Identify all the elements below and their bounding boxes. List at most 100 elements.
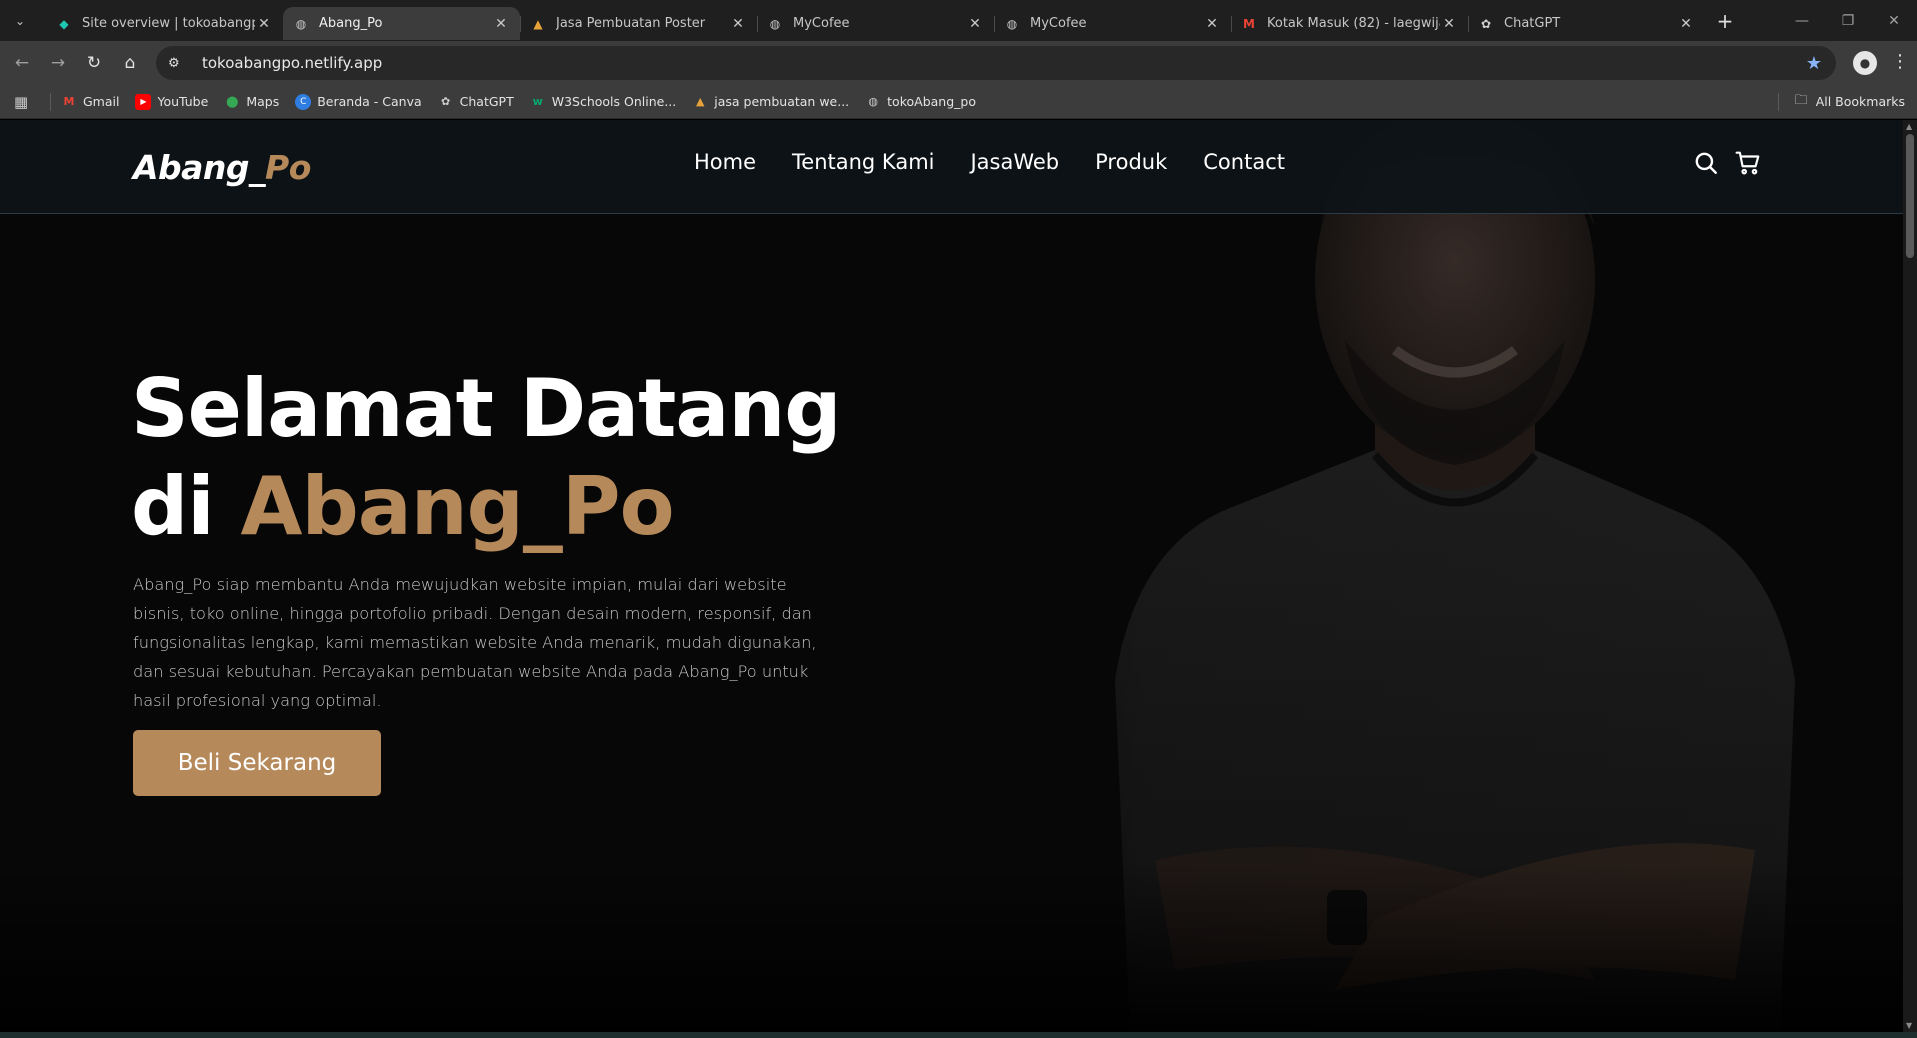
tab-gmail[interactable]: M Kotak Masuk (82) - laegwijangg ✕ (1231, 7, 1468, 40)
scroll-down-icon[interactable]: ▼ (1906, 1021, 1912, 1030)
nav-produk[interactable]: Produk (1095, 150, 1167, 174)
bookmark-label: ChatGPT (459, 94, 514, 109)
site-header: Abang_Po Home Tentang Kami JasaWeb Produ… (0, 120, 1903, 214)
close-icon[interactable]: ✕ (492, 16, 510, 32)
bookmarks-divider (1777, 92, 1779, 111)
tab-mycofee-1[interactable]: ◍ MyCofee ✕ (757, 7, 994, 40)
restore-icon[interactable]: ❐ (1825, 0, 1871, 41)
globe-icon: ◍ (1006, 16, 1018, 31)
site-icon: ▲ (533, 16, 543, 31)
search-icon[interactable] (1693, 150, 1719, 176)
logo-main: Abang_ (133, 148, 266, 187)
globe-icon: ◍ (769, 16, 781, 31)
tab-title: MyCofee (1030, 16, 1087, 31)
tab-chatgpt[interactable]: ✿ ChatGPT ✕ (1468, 7, 1705, 40)
nav-tentang-kami[interactable]: Tentang Kami (792, 150, 934, 174)
url-text[interactable]: tokoabangpo.netlify.app (202, 54, 382, 72)
profile-avatar-icon[interactable]: ● (1853, 51, 1877, 75)
home-icon[interactable]: ⌂ (112, 45, 148, 81)
gmail-icon: M (1243, 16, 1255, 31)
bookmark-tokoabang[interactable]: ◍ tokoAbang_po (865, 94, 976, 110)
hero-title-accent: Abang_Po (240, 460, 675, 553)
tab-title: Jasa Pembuatan Poster (556, 16, 706, 31)
close-icon[interactable]: ✕ (1677, 16, 1695, 32)
chatgpt-icon: ✿ (441, 95, 451, 108)
gmail-icon: M (63, 95, 75, 108)
site-logo[interactable]: Abang_Po (133, 148, 311, 187)
back-icon[interactable]: ← (4, 45, 40, 81)
tab-jasa-poster[interactable]: ▲ Jasa Pembuatan Poster ✕ (520, 7, 757, 40)
window-controls: — ❐ ✕ (1779, 0, 1917, 41)
tab-list: ◆ Site overview | tokoabangpo | N ✕ ◍ Ab… (46, 1, 1705, 40)
canva-icon: C (295, 93, 312, 110)
netlify-icon: ◆ (59, 16, 69, 31)
globe-icon: ◍ (868, 95, 878, 108)
bookmark-label: Maps (246, 94, 280, 109)
hero-bottom-fade (0, 862, 1903, 1032)
forward-icon[interactable]: → (40, 45, 76, 81)
close-icon[interactable]: ✕ (1203, 16, 1221, 32)
tab-site-overview[interactable]: ◆ Site overview | tokoabangpo | N ✕ (46, 7, 283, 40)
header-icons (1693, 150, 1777, 176)
minimize-icon[interactable]: — (1779, 0, 1825, 41)
tab-title: ChatGPT (1504, 16, 1561, 31)
bookmark-youtube[interactable]: ▶ YouTube (135, 93, 209, 110)
tab-strip: ⌄ ◆ Site overview | tokoabangpo | N ✕ ◍ … (0, 0, 1917, 41)
bookmark-chatgpt[interactable]: ✿ ChatGPT (438, 94, 514, 110)
bookmarks-divider (50, 92, 51, 111)
bookmark-label: jasa pembuatan we... (714, 94, 850, 109)
nav-contact[interactable]: Contact (1203, 150, 1285, 174)
tab-title: MyCofee (793, 16, 850, 31)
logo-accent: Po (265, 148, 311, 187)
close-icon[interactable]: ✕ (1440, 16, 1458, 32)
hero-description: Abang_Po siap membantu Anda mewujudkan w… (133, 575, 817, 710)
browser-toolbar: ← → ↻ ⌂ ⚙ tokoabangpo.netlify.app ★ ● ⋮ (0, 41, 1917, 85)
bookmark-w3schools[interactable]: w W3Schools Online... (530, 94, 677, 110)
bookmark-gmail[interactable]: M Gmail (61, 94, 120, 110)
scroll-up-icon[interactable]: ▲ (1906, 122, 1912, 131)
site-info-icon[interactable]: ⚙ (168, 56, 188, 71)
bookmark-label: W3Schools Online... (551, 94, 677, 109)
shopping-cart-icon[interactable] (1735, 150, 1761, 176)
bookmark-label: tokoAbang_po (887, 94, 976, 109)
main-nav: Home Tentang Kami JasaWeb Produk Contact (694, 150, 1321, 174)
bookmark-jasa-pembuatan[interactable]: ▲ jasa pembuatan we... (692, 94, 849, 110)
maps-icon: ⬤ (226, 95, 239, 108)
bookmark-canva[interactable]: C Beranda - Canva (295, 93, 422, 110)
all-bookmarks-button[interactable]: 🗀 All Bookmarks (1777, 91, 1905, 113)
close-icon[interactable]: ✕ (966, 16, 984, 32)
more-menu-icon[interactable]: ⋮ (1891, 51, 1909, 72)
bookmark-maps[interactable]: ⬤ Maps (224, 94, 279, 110)
folder-icon: 🗀 (1794, 92, 1808, 108)
buy-now-button[interactable]: Beli Sekarang (133, 730, 381, 796)
bookmarks-bar: ▦ M Gmail ▶ YouTube ⬤ Maps C Beranda - C… (0, 85, 1917, 119)
globe-icon: ◍ (295, 16, 307, 31)
site-icon: ▲ (696, 95, 705, 108)
close-icon[interactable]: ✕ (255, 16, 273, 32)
bottom-edge (0, 1032, 1917, 1038)
tab-title: Site overview | tokoabangpo | N (82, 16, 255, 31)
tab-mycofee-2[interactable]: ◍ MyCofee ✕ (994, 7, 1231, 40)
tab-search-chevron-icon[interactable]: ⌄ (8, 9, 32, 33)
hero-title: Selamat Datang di Abang_Po (131, 360, 842, 556)
nav-jasaweb[interactable]: JasaWeb (970, 150, 1059, 174)
youtube-icon: ▶ (135, 93, 152, 110)
w3schools-icon: w (532, 95, 543, 108)
tab-title: Kotak Masuk (82) - laegwijangg (1267, 16, 1440, 31)
scrollbar-thumb[interactable] (1906, 134, 1914, 258)
bookmark-label: Gmail (83, 94, 120, 109)
new-tab-button[interactable]: + (1711, 7, 1739, 35)
apps-grid-icon[interactable]: ▦ (14, 93, 38, 111)
bookmark-star-icon[interactable]: ★ (1806, 53, 1822, 74)
close-icon[interactable]: ✕ (729, 16, 747, 32)
close-window-icon[interactable]: ✕ (1871, 0, 1917, 41)
address-bar[interactable]: ⚙ tokoabangpo.netlify.app ★ (156, 46, 1836, 80)
nav-home[interactable]: Home (694, 150, 756, 174)
hero-title-line1: Selamat Datang (131, 362, 842, 455)
tab-title: Abang_Po (319, 16, 383, 31)
reload-icon[interactable]: ↻ (76, 45, 112, 81)
page-scrollbar[interactable]: ▲ ▼ (1903, 120, 1917, 1032)
all-bookmarks-label: All Bookmarks (1815, 94, 1905, 109)
bookmark-label: YouTube (157, 94, 209, 109)
tab-abang-po[interactable]: ◍ Abang_Po ✕ (283, 7, 520, 40)
